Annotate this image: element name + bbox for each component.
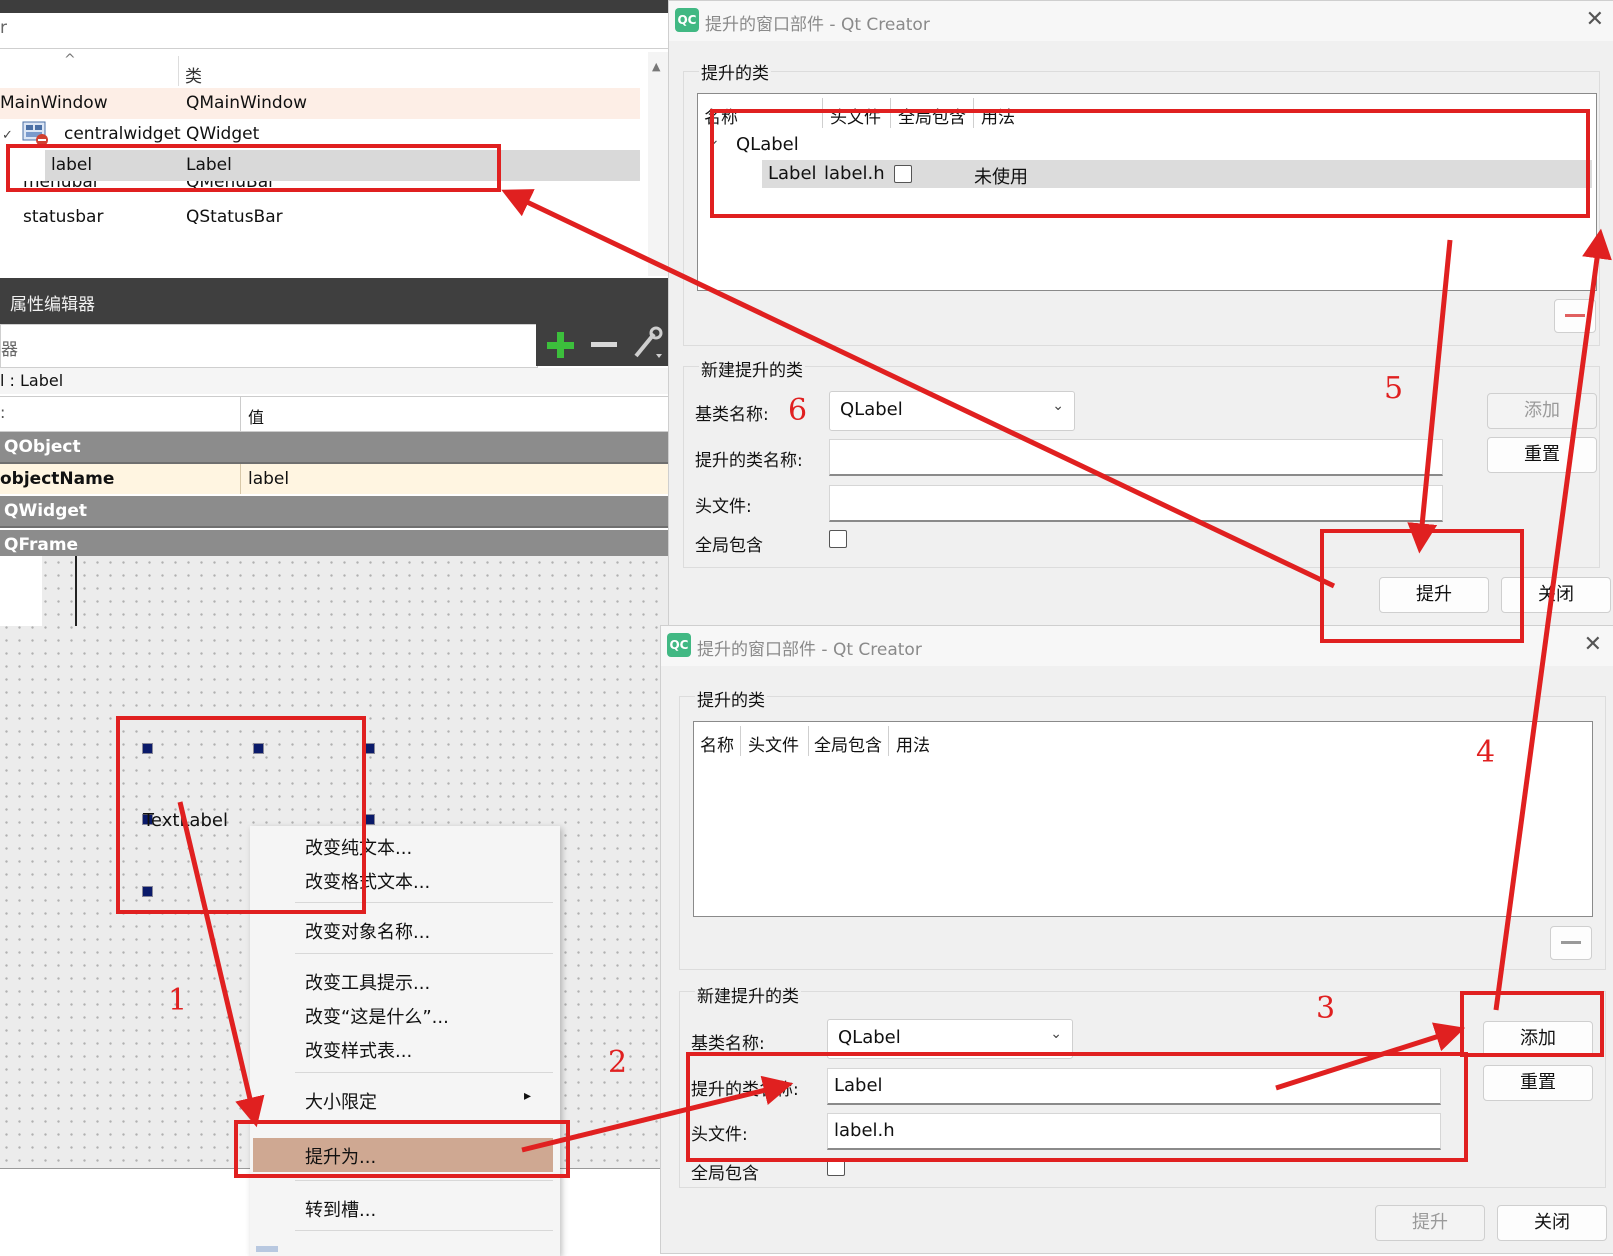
step-number-3: 3	[1316, 991, 1335, 1026]
annotation-arrow-3	[1275, 1022, 1466, 1091]
highlight-box-new-class-fields	[686, 1052, 1468, 1162]
highlight-box-promoted-entry	[710, 109, 1590, 218]
step-number-1: 1	[168, 983, 187, 1018]
annotation-arrow-5	[1407, 239, 1453, 554]
annotation-overlay: 1 2 3 4 5 6	[6, 109, 1612, 1178]
step-number-4: 4	[1476, 735, 1495, 770]
highlight-box-promote-button	[1320, 529, 1524, 643]
step-number-6: 6	[788, 393, 807, 428]
highlight-box-textlabel	[116, 716, 366, 914]
step-number-5: 5	[1384, 371, 1403, 406]
annotation-arrow-2	[521, 1075, 794, 1153]
highlight-box-add-button	[1460, 991, 1604, 1057]
highlight-box-promote-menu	[234, 1120, 570, 1178]
annotation-arrow-4	[1493, 228, 1612, 1011]
highlight-box-tree-label	[6, 144, 501, 192]
annotation-arrow-6	[501, 189, 1336, 589]
step-number-2: 2	[608, 1045, 627, 1080]
annotation-arrow-1	[177, 801, 265, 1128]
